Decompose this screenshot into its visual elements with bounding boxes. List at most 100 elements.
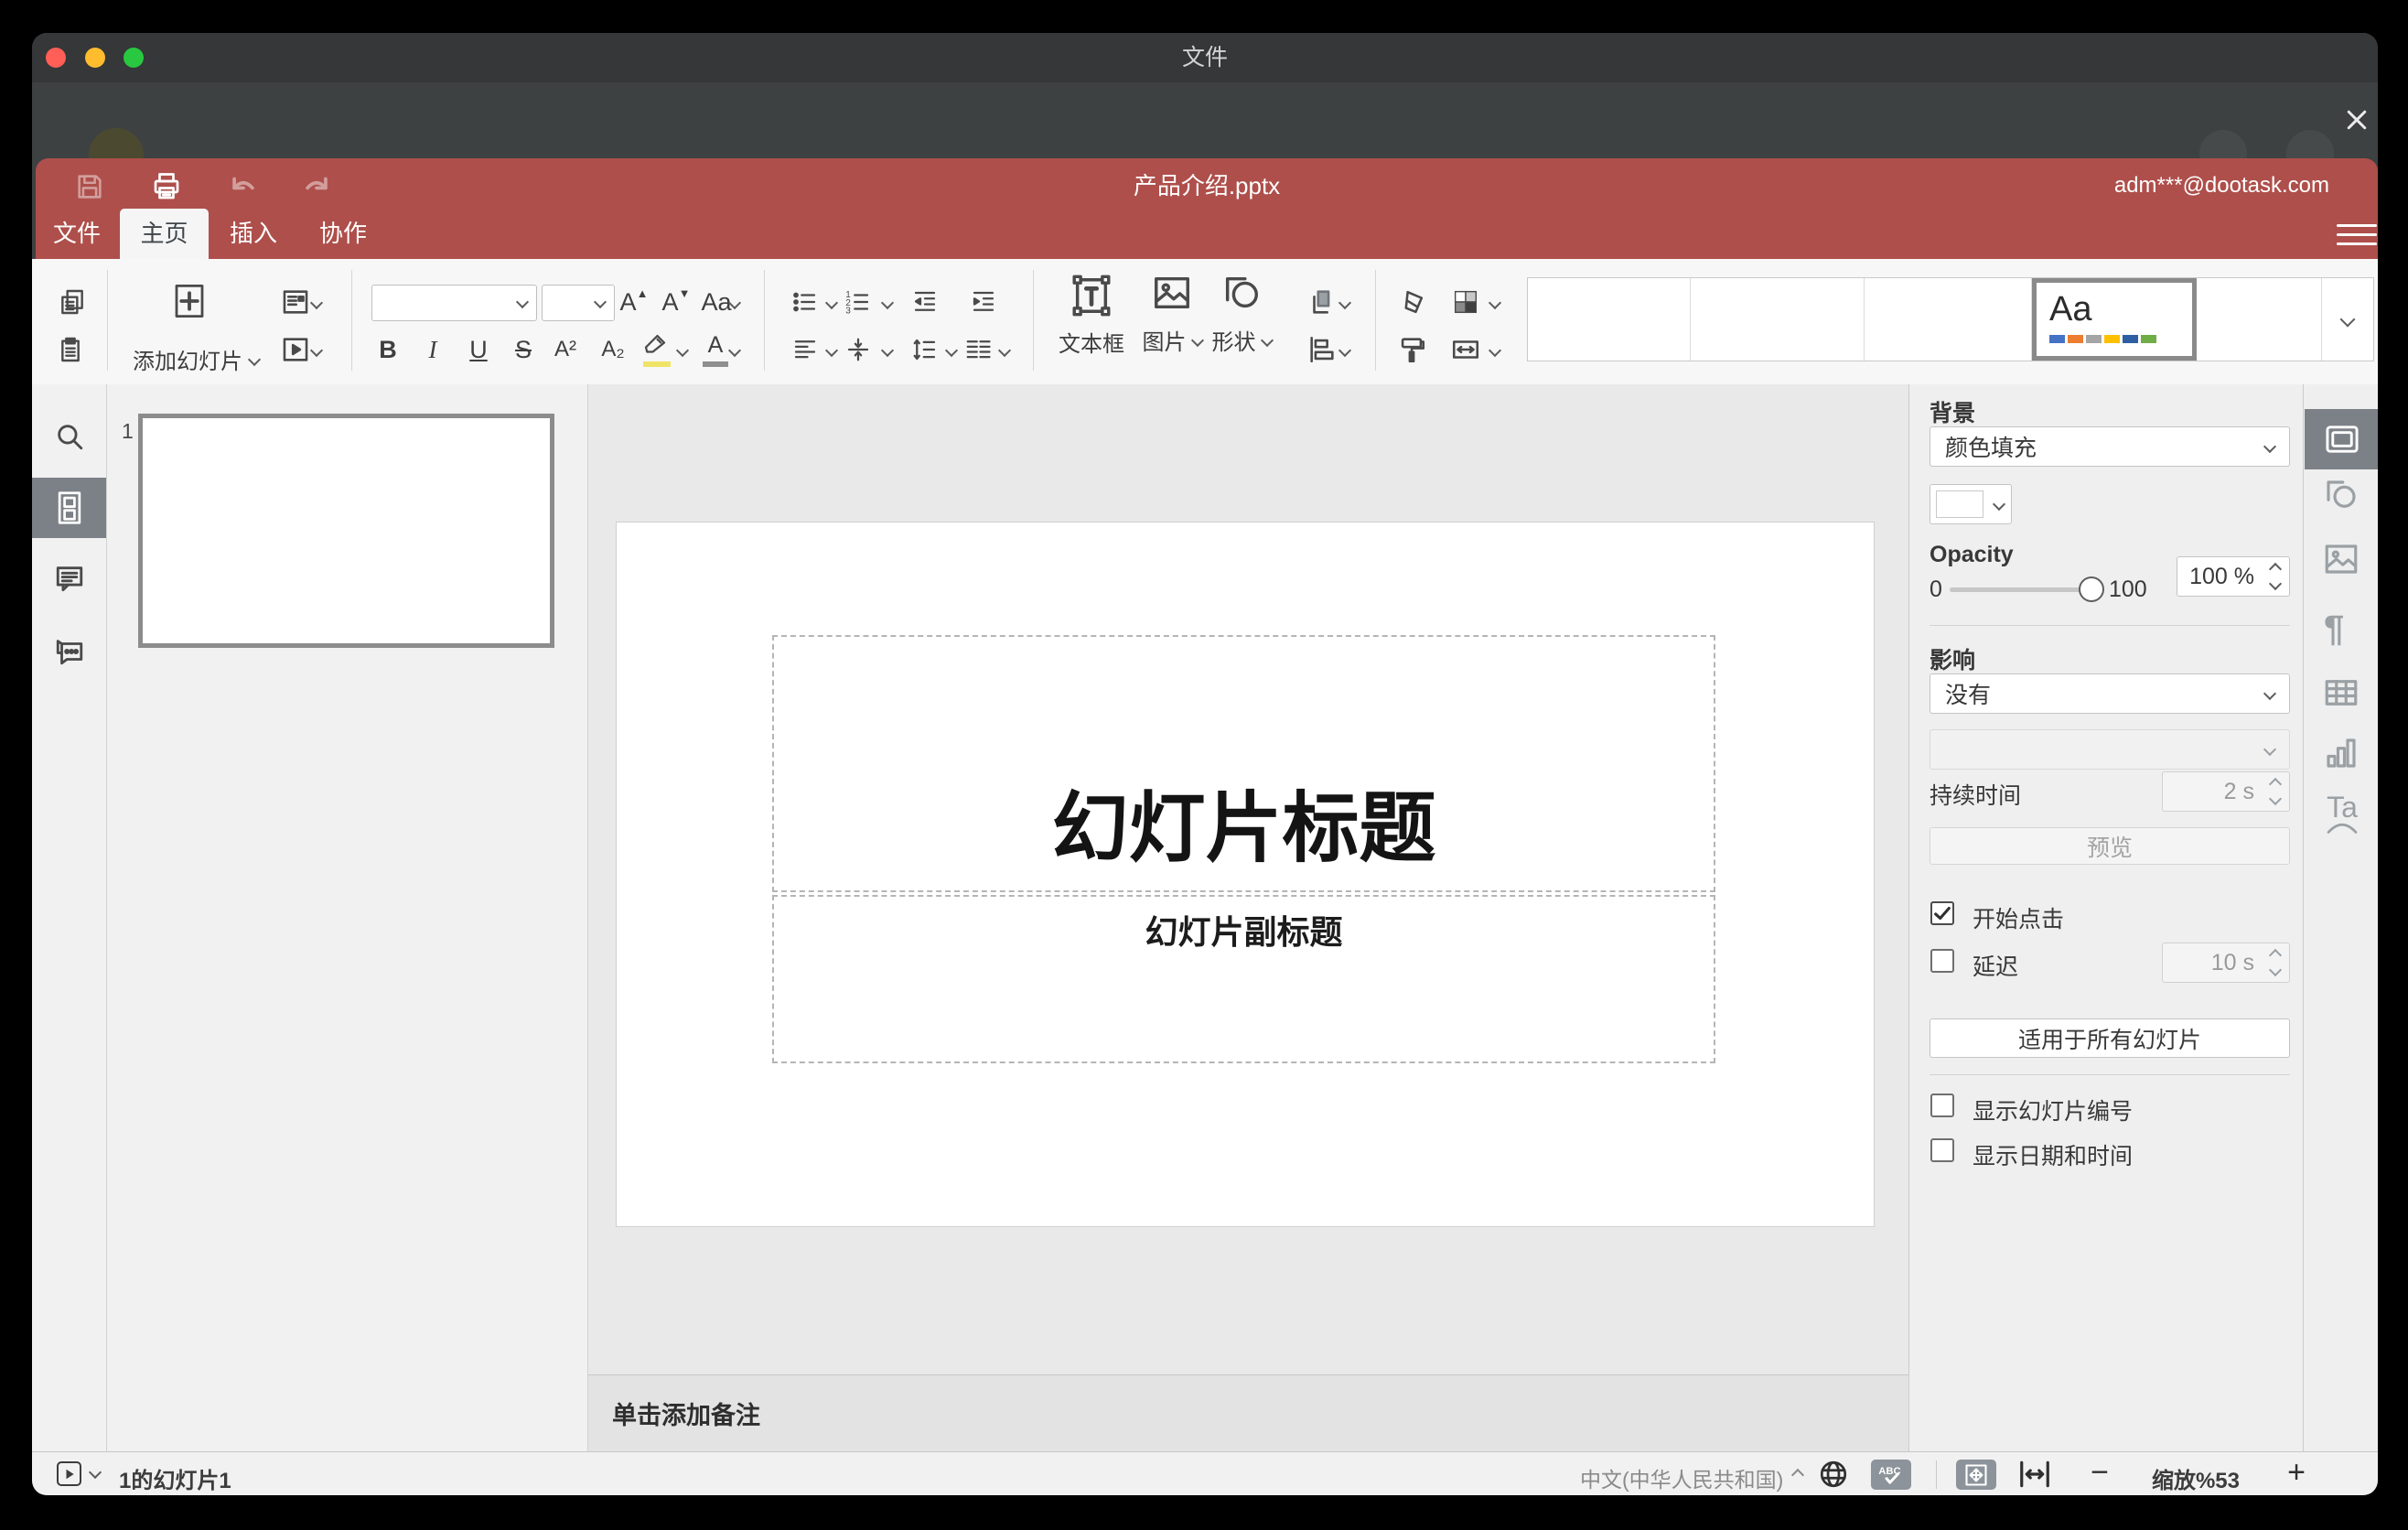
paragraph-settings-icon[interactable]: ¶ [2324,609,2364,649]
start-slideshow-icon[interactable] [277,331,314,368]
chevron-down-icon[interactable] [1338,343,1352,358]
horizontal-align-icon[interactable] [788,333,822,366]
fill-color-swatch[interactable] [1930,484,2012,524]
increase-indent-icon[interactable] [966,286,1001,318]
zoom-in-button[interactable]: + [2278,1455,2315,1492]
theme-cell-empty[interactable] [1691,278,1865,361]
font-name-select[interactable] [371,285,537,321]
underline-button[interactable]: U [463,333,494,366]
line-spacing-icon[interactable] [908,333,942,366]
slide-thumbnail-selected[interactable] [138,414,554,648]
clear-style-icon[interactable] [1393,284,1430,320]
decorative-circle [2286,130,2334,158]
slide-layout-icon[interactable] [277,284,314,320]
chevron-down-icon[interactable] [675,343,690,358]
numbered-list-icon[interactable]: 123 [841,286,876,318]
chevron-down-icon[interactable] [88,1465,102,1480]
show-date-time-checkbox[interactable] [1930,1138,1954,1162]
tab-insert[interactable]: 插入 [217,209,290,259]
search-icon[interactable] [39,407,99,466]
shape-button[interactable]: 形状 [1205,272,1278,372]
textbox-button[interactable]: 文本框 [1051,272,1132,372]
copy-icon[interactable] [54,284,91,320]
bold-button[interactable]: B [372,333,403,366]
hamburger-menu-icon[interactable] [2337,216,2377,253]
language-globe-icon[interactable] [1818,1459,1851,1492]
fit-to-width-icon[interactable] [2017,1460,2054,1491]
effect-select[interactable]: 没有 [1930,673,2290,714]
chevron-down-icon[interactable] [997,343,1012,358]
zoom-out-button[interactable]: − [2081,1455,2118,1492]
opacity-slider-knob[interactable] [2079,576,2104,602]
start-on-click-label: 开始点击 [1973,907,2065,932]
font-size-select[interactable] [542,285,615,321]
chevron-down-icon[interactable] [1488,343,1502,358]
table-settings-icon[interactable] [2322,673,2362,714]
title-placeholder[interactable]: 幻灯片标题 [772,635,1715,892]
shape-settings-icon[interactable] [2322,476,2362,516]
slide-size-icon[interactable] [1447,331,1484,368]
arrange-shape-icon[interactable] [1304,284,1340,320]
close-icon[interactable] [2337,100,2377,140]
strikethrough-button[interactable]: S [508,333,539,366]
superscript-button[interactable]: A² [548,333,583,366]
spellcheck-icon[interactable]: ABC [1871,1460,1911,1490]
start-on-click-checkbox[interactable] [1930,901,1954,925]
apply-to-all-slides-button[interactable]: 适用于所有幻灯片 [1930,1018,2290,1058]
chevron-down-icon [1260,333,1274,347]
font-color-bar [703,361,728,367]
decrease-font-button[interactable]: A ▼ [658,285,694,319]
color-scheme-icon[interactable] [1447,284,1484,320]
chevron-down-icon[interactable] [824,296,839,310]
theme-gallery-expand[interactable] [2322,278,2373,361]
text-art-settings-icon[interactable]: Ta [2320,792,2364,836]
slide-settings-tab-active[interactable] [2305,409,2378,469]
align-shape-icon[interactable] [1304,331,1340,368]
columns-icon[interactable] [961,333,995,366]
decrease-indent-icon[interactable] [908,286,942,318]
start-slideshow-status-icon[interactable] [57,1461,81,1486]
theme-cell-empty[interactable] [2197,278,2322,361]
font-color-icon[interactable]: A [700,332,731,367]
chevron-down-icon[interactable] [1338,296,1352,310]
add-slide-button[interactable]: 添加幻灯片 [133,277,262,374]
bullet-list-icon[interactable] [788,286,822,318]
slide-canvas[interactable]: 幻灯片标题 幻灯片副标题 [616,522,1875,1227]
chevron-down-icon[interactable] [824,343,839,358]
theme-cell-empty[interactable] [1528,278,1691,361]
notes-area[interactable]: 单击添加备注 [588,1374,1908,1451]
theme-cell-empty[interactable] [1865,278,2032,361]
image-button[interactable]: 图片 [1135,272,1209,372]
theme-cell-selected[interactable]: Aa [2032,278,2197,361]
chevron-down-icon[interactable] [880,296,895,310]
comments-icon[interactable] [39,549,99,608]
opacity-slider-track[interactable] [1950,587,2091,592]
vertical-align-icon[interactable] [841,333,876,366]
tab-file[interactable]: 文件 [40,209,113,259]
opacity-spinner[interactable]: 100 % [2177,556,2290,597]
chevron-down-icon[interactable] [944,343,959,358]
chart-settings-icon[interactable] [2322,734,2362,774]
paste-icon[interactable] [54,331,91,368]
tab-home[interactable]: 主页 [120,209,209,259]
subtitle-placeholder[interactable]: 幻灯片副标题 [772,895,1715,1063]
tab-collaboration[interactable]: 协作 [306,209,380,259]
chevron-up-icon[interactable] [1790,1468,1805,1482]
effect-option-select-disabled [1930,729,2290,770]
fit-to-slide-icon[interactable] [1956,1460,1996,1490]
italic-button[interactable]: I [417,333,448,366]
increase-font-button[interactable]: A ▲ [616,285,652,319]
delay-checkbox[interactable] [1930,949,1954,973]
chevron-down-icon[interactable] [880,343,895,358]
fill-type-select[interactable]: 颜色填充 [1930,426,2290,467]
image-settings-icon[interactable] [2322,540,2362,580]
chevron-down-icon[interactable] [1488,296,1502,310]
chat-icon[interactable] [39,622,99,681]
effect-value: 没有 [1945,683,1992,708]
highlight-color-icon[interactable] [641,332,674,367]
show-slide-number-checkbox[interactable] [1930,1094,1954,1117]
copy-style-icon[interactable] [1393,331,1430,368]
slides-panel-tab-active[interactable] [32,478,106,538]
language-label[interactable]: 中文(中华人民共和国) [1580,1462,1783,1493]
subscript-button[interactable]: A₂ [596,333,630,366]
